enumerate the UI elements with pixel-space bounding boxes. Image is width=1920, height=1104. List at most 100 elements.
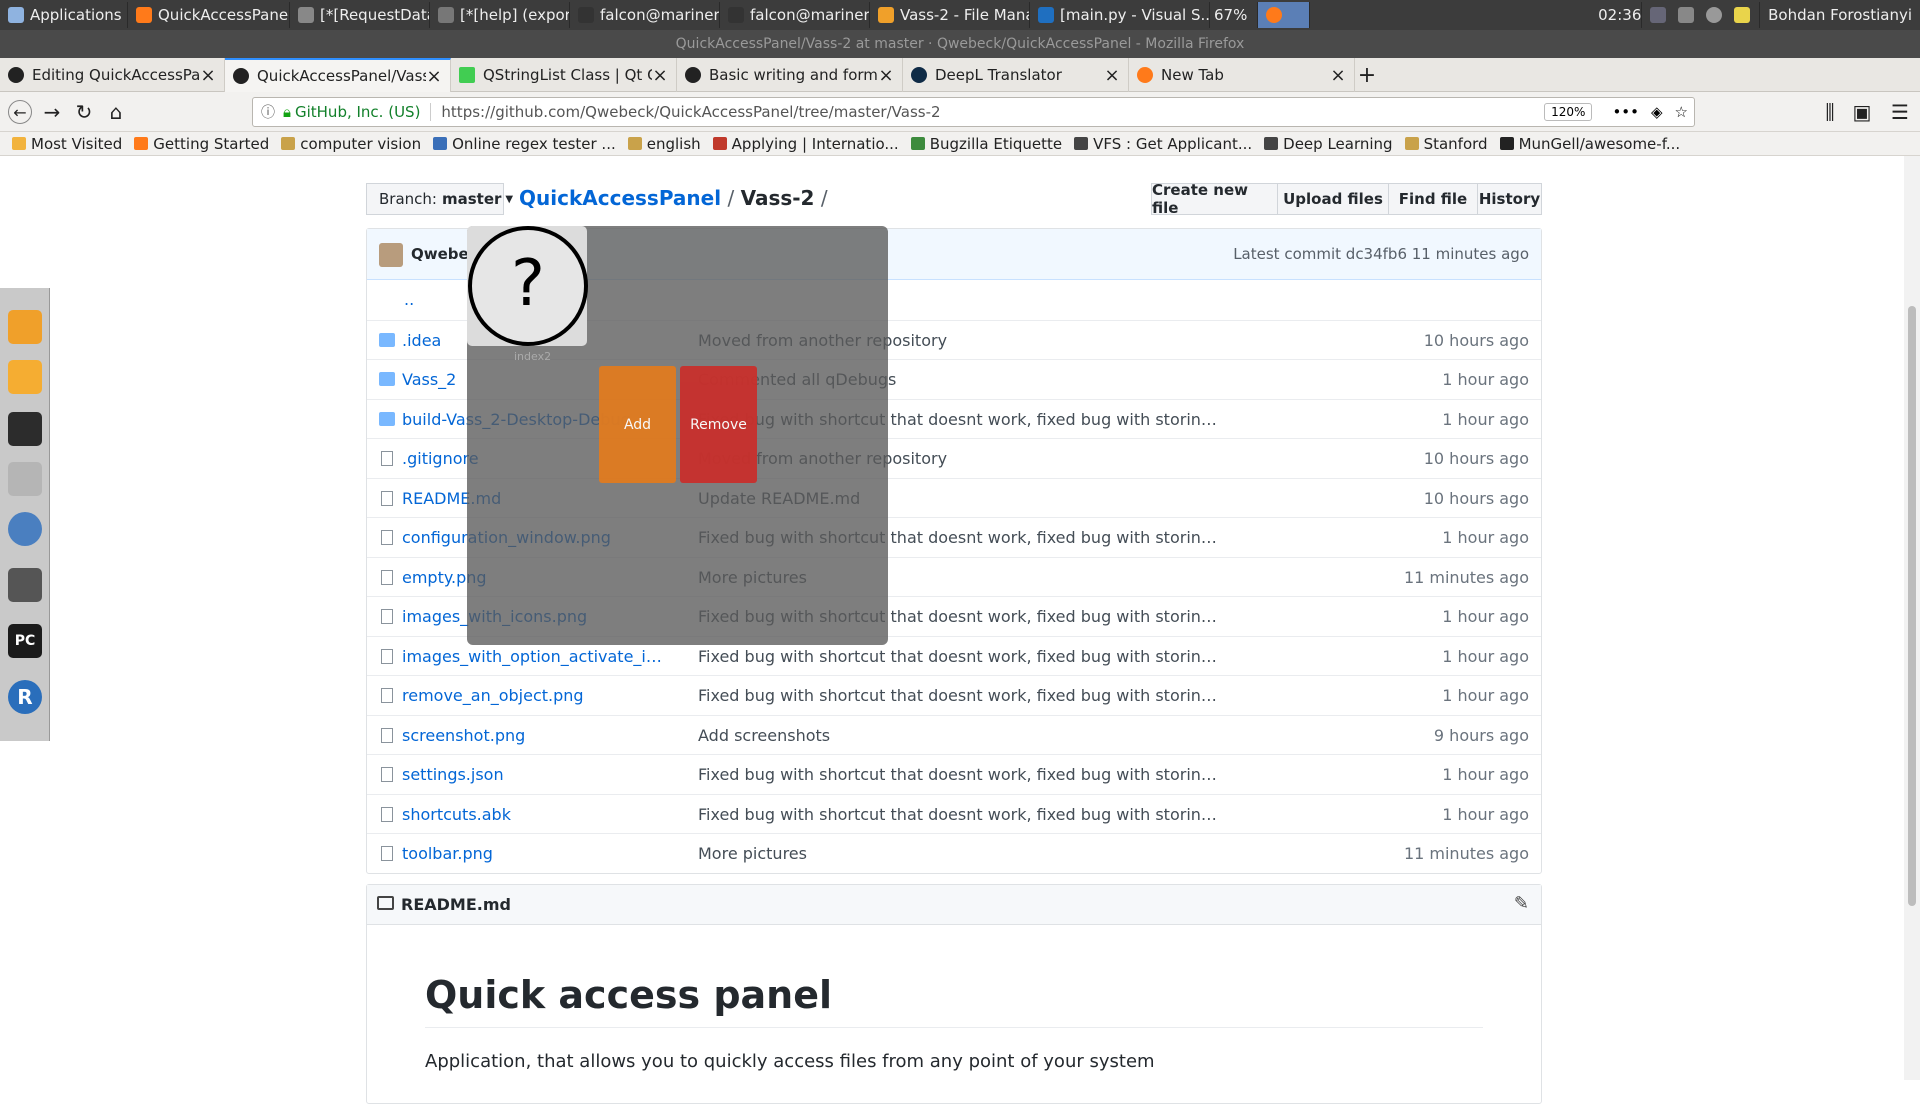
file-name-link[interactable]: shortcuts.abk: [402, 805, 672, 824]
history-button[interactable]: History: [1477, 183, 1542, 215]
home-button[interactable]: ⌂: [104, 100, 128, 124]
bookmark-item[interactable]: MunGell/awesome-f...: [1499, 135, 1680, 153]
file-name-link[interactable]: screenshot.png: [402, 726, 672, 745]
user-menu[interactable]: Bohdan Forostianyi: [1760, 2, 1920, 28]
latest-commit[interactable]: Latest commit dc34fb6 11 minutes ago: [1233, 245, 1529, 263]
close-icon[interactable]: ×: [652, 65, 668, 86]
library-icon[interactable]: ⫼: [1818, 100, 1842, 124]
commit-age: 1 hour ago: [1442, 686, 1529, 705]
page-scrollbar[interactable]: [1904, 156, 1920, 1080]
commit-message-link[interactable]: Fixed bug with shortcut that doesnt work…: [698, 647, 1218, 666]
folder-icon[interactable]: [8, 360, 42, 394]
close-icon[interactable]: ×: [426, 66, 442, 87]
taskbar-window-button[interactable]: [*[help] (exported)...: [430, 2, 570, 28]
lock-icon: 🔒︎: [283, 103, 291, 121]
remove-button[interactable]: Remove: [680, 366, 757, 483]
site-identity[interactable]: GitHub, Inc. (US): [295, 103, 432, 121]
bookmark-item[interactable]: Applying | Internatio...: [712, 135, 899, 153]
url-bar[interactable]: ⓘ 🔒︎ GitHub, Inc. (US) https://github.co…: [252, 97, 1695, 127]
screenshot-icon[interactable]: [8, 568, 42, 602]
scrollbar-thumb[interactable]: [1908, 306, 1916, 906]
avatar[interactable]: [379, 243, 403, 267]
add-button[interactable]: Add: [599, 366, 676, 483]
pocket-icon[interactable]: ◈: [1651, 103, 1663, 121]
table-row[interactable]: toolbar.png More pictures 11 minutes ago: [367, 833, 1541, 873]
app-icon: [298, 7, 314, 23]
tab-qstringlist[interactable]: QStringList Class | Qt Cor ×: [451, 58, 677, 92]
commit-message-link[interactable]: Add screenshots: [698, 726, 1218, 745]
bookmark-item[interactable]: Bugzilla Etiquette: [910, 135, 1062, 153]
system-taskbar: Applications QuickAccessPanel/...[*[Requ…: [0, 0, 1920, 30]
commit-message-link[interactable]: Fixed bug with shortcut that doesnt work…: [698, 765, 1218, 784]
file-icon: [381, 846, 393, 861]
file-name-link[interactable]: toolbar.png: [402, 844, 672, 863]
commit-message-link[interactable]: Fixed bug with shortcut that doesnt work…: [698, 805, 1218, 824]
close-icon[interactable]: ×: [1330, 65, 1346, 86]
clock[interactable]: 02:36: [1590, 2, 1643, 28]
branch-selector[interactable]: Branch: master ▼: [366, 183, 513, 215]
file-name-link[interactable]: remove_an_object.png: [402, 686, 672, 705]
bookmark-star-icon[interactable]: ☆: [1675, 103, 1688, 121]
table-row[interactable]: remove_an_object.png Fixed bug with short…: [367, 675, 1541, 715]
taskbar-window-button[interactable]: [*[RequestData] (e...: [290, 2, 430, 28]
bookmark-item[interactable]: Most Visited: [12, 135, 122, 153]
taskbar-window-button[interactable]: [main.py - Visual S...: [1030, 2, 1210, 28]
zoom-indicator[interactable]: 120%: [1544, 103, 1593, 121]
table-row[interactable]: screenshot.png Add screenshots 9 hours ago: [367, 714, 1541, 755]
new-tab-button[interactable]: +: [1355, 58, 1379, 92]
taskbar-window-button[interactable]: falcon@mariner: ...: [570, 2, 720, 28]
applications-menu[interactable]: Applications: [0, 2, 128, 28]
bookmark-item[interactable]: computer vision: [281, 135, 421, 153]
menu-icon[interactable]: ☰: [1888, 100, 1912, 124]
tab-basic-writing[interactable]: Basic writing and formatt ×: [677, 58, 903, 92]
tab-new-tab[interactable]: New Tab ×: [1129, 58, 1355, 92]
bookmark-item[interactable]: Deep Learning: [1264, 135, 1393, 153]
firefox-launcher[interactable]: [1258, 2, 1310, 28]
close-icon[interactable]: ×: [200, 65, 216, 86]
globe-icon[interactable]: [8, 512, 42, 546]
taskbar-window-button[interactable]: Vass-2 - File Mana...: [870, 2, 1030, 28]
folder-icon[interactable]: [8, 310, 42, 344]
close-icon[interactable]: ×: [878, 65, 894, 86]
reload-button[interactable]: ↻: [72, 100, 96, 124]
create-new-file-button[interactable]: Create new file: [1151, 181, 1278, 217]
file-name-link[interactable]: images_with_option_activate_imag…: [402, 647, 672, 666]
monitor-icon: [1650, 7, 1667, 23]
taskbar-window-button[interactable]: falcon@mariner: ...: [720, 2, 870, 28]
commit-age: 1 hour ago: [1442, 646, 1529, 666]
bookmark-item[interactable]: english: [627, 135, 701, 153]
page-actions-icon[interactable]: •••: [1612, 103, 1639, 121]
tab-editing-quickaccesspanel[interactable]: Editing QuickAccessPanel ×: [0, 58, 225, 92]
volume-icon: [1706, 7, 1723, 23]
terminal-icon[interactable]: [8, 412, 42, 446]
file-cabinet-icon[interactable]: [8, 462, 42, 496]
taskbar-window-button[interactable]: QuickAccessPanel/...: [128, 2, 290, 28]
r-icon[interactable]: R: [8, 680, 42, 714]
edit-pencil-icon[interactable]: ✎: [1514, 893, 1529, 914]
bookmark-item[interactable]: VFS : Get Applicant...: [1074, 135, 1252, 153]
tray-icons[interactable]: [1642, 2, 1761, 28]
commit-message-link[interactable]: Fixed bug with shortcut that doesnt work…: [698, 686, 1218, 705]
battery-indicator[interactable]: 67%: [1210, 2, 1258, 28]
forward-button[interactable]: →: [40, 100, 64, 124]
info-icon[interactable]: ⓘ: [261, 102, 275, 122]
table-row[interactable]: shortcuts.abk Fixed bug with shortcut tha…: [367, 793, 1541, 834]
close-icon[interactable]: ×: [1104, 65, 1120, 86]
bookmark-item[interactable]: Stanford: [1404, 135, 1488, 153]
find-file-button[interactable]: Find file: [1388, 183, 1478, 215]
sidebar-icon[interactable]: ▣: [1850, 100, 1874, 124]
file-name-link[interactable]: settings.json: [402, 765, 672, 784]
back-button[interactable]: ←: [8, 100, 32, 124]
tab-quickaccesspanel-vass2[interactable]: QuickAccessPanel/Vass-2 ×: [225, 58, 451, 92]
tab-deepl[interactable]: DeepL Translator ×: [903, 58, 1129, 92]
tab-bar: Editing QuickAccessPanel × QuickAccessPa…: [0, 58, 1920, 92]
commit-message-link[interactable]: More pictures: [698, 844, 1218, 863]
commit-age: 1 hour ago: [1442, 607, 1529, 626]
bookmark-item[interactable]: Online regex tester ...: [433, 135, 616, 153]
table-row[interactable]: settings.json Fixed bug with shortcut tha…: [367, 754, 1541, 794]
repo-link[interactable]: QuickAccessPanel: [519, 186, 721, 210]
bookmark-item[interactable]: Getting Started: [134, 135, 269, 153]
url-text[interactable]: https://github.com/Qwebeck/QuickAccessPa…: [441, 103, 1544, 121]
pycharm-icon[interactable]: PC: [8, 624, 42, 658]
upload-files-button[interactable]: Upload files: [1277, 183, 1389, 215]
